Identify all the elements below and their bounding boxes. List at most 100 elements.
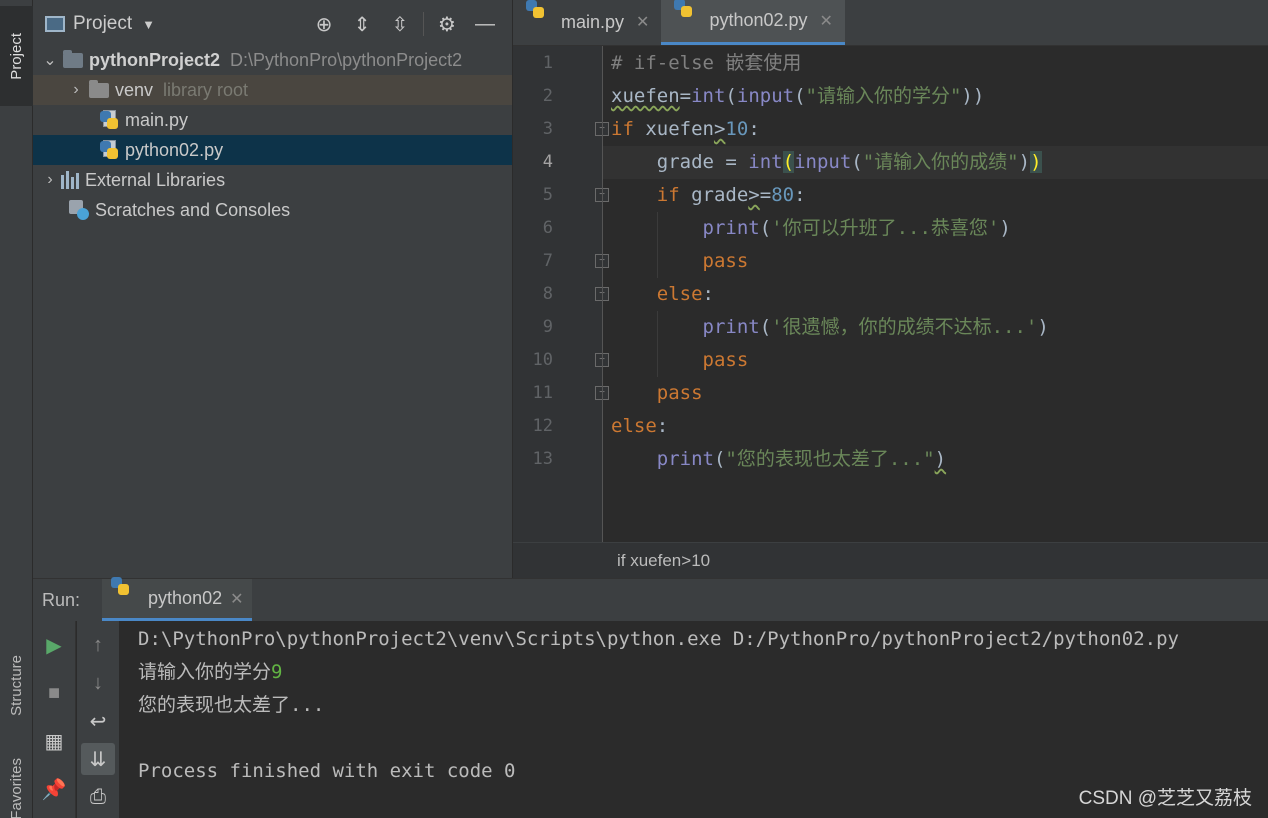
layout-icon[interactable]: ▦ <box>33 725 75 757</box>
tree-item-external-libraries[interactable]: › External Libraries <box>33 165 512 195</box>
editor-tab-bar: main.py ✕ python02.py ✕ <box>513 0 1268 46</box>
tree-item-project-root[interactable]: ⌄ pythonProject2 D:\PythonPro\pythonProj… <box>33 45 512 75</box>
tab-label: main.py <box>561 11 625 32</box>
run-toolbar-primary: ▶ ■ ▦ 📌 <box>33 621 76 818</box>
project-tool-label: Project <box>8 32 25 80</box>
scroll-to-end-icon[interactable]: ⇊ <box>81 743 115 775</box>
python-file-icon <box>99 110 119 130</box>
tree-item-python02-py[interactable]: python02.py <box>33 135 512 165</box>
close-icon[interactable]: ✕ <box>230 589 243 609</box>
arrow-up-icon[interactable]: ↑ <box>77 629 119 661</box>
folder-icon <box>63 49 83 68</box>
chevron-right-icon[interactable]: › <box>43 171 57 189</box>
left-tool-strip: Project Structure Favorites <box>0 0 33 818</box>
tab-main-py[interactable]: main.py ✕ <box>513 0 661 45</box>
run-toolbar-secondary: ↑ ↓ ↩ ⇊ ⎙ <box>77 621 119 818</box>
breadcrumb[interactable]: if xuefen>10 <box>513 542 1268 578</box>
code-line: print('很遗憾，你的成绩不达标...') <box>702 316 1049 338</box>
tree-item-label: pythonProject2 <box>89 49 221 70</box>
chevron-down-icon[interactable]: ⌄ <box>43 50 57 70</box>
code-line: if grade>=80: <box>656 184 806 206</box>
chevron-down-icon[interactable]: ▼ <box>142 17 155 32</box>
tree-item-path: D:\PythonPro\pythonProject2 <box>230 49 463 70</box>
code-line: if xuefen>10: <box>611 118 760 140</box>
code-line: print('你可以升班了...恭喜您') <box>702 217 1011 239</box>
code-line: pass <box>702 250 749 272</box>
structure-tool-tab[interactable]: Structure <box>0 630 33 740</box>
line-number: 4 <box>542 152 553 172</box>
console-prompt-line: 请输入你的学分9 <box>138 656 282 689</box>
scratches-icon <box>69 200 89 220</box>
project-panel-header: Project ▼ ⊕ ⇕ ⇳ ⚙ — <box>33 0 512 48</box>
arrow-down-icon[interactable]: ↓ <box>77 667 119 699</box>
code-line: pass <box>702 349 749 371</box>
line-number: 7 <box>542 251 553 271</box>
folder-icon <box>89 79 109 98</box>
console-command-line: D:\PythonPro\pythonProject2\venv\Scripts… <box>138 628 1179 650</box>
line-gutter: 1 2 3 4 5 6 7 8 9 10 11 12 13 − − − − − … <box>513 46 609 542</box>
gear-icon[interactable]: ⚙ <box>428 10 466 38</box>
line-number: 9 <box>542 317 553 337</box>
favorites-tool-label: Favorites <box>8 758 25 818</box>
project-tool-tab[interactable]: Project <box>0 6 33 106</box>
structure-tool-label: Structure <box>8 654 25 716</box>
line-number: 13 <box>532 449 553 469</box>
code-editor[interactable]: # if-else 嵌套使用 xuefen=int(input("请输入你的学分… <box>603 46 1268 542</box>
soft-wrap-icon[interactable]: ↩ <box>77 705 119 737</box>
stop-icon[interactable]: ■ <box>33 677 75 709</box>
editor: main.py ✕ python02.py ✕ 1 2 3 4 5 6 7 8 … <box>513 0 1268 578</box>
tree-item-label: main.py <box>125 109 189 130</box>
line-number: 2 <box>542 86 553 106</box>
close-icon[interactable]: ✕ <box>820 11 833 31</box>
tree-item-label: Scratches and Consoles <box>95 199 291 220</box>
line-number: 12 <box>532 416 553 436</box>
project-panel: Project ▼ ⊕ ⇕ ⇳ ⚙ — ⌄ pythonProject2 D:\… <box>33 0 512 578</box>
project-panel-title[interactable]: Project <box>73 13 132 35</box>
line-number: 1 <box>542 53 553 73</box>
tree-item-label: python02.py <box>125 139 224 160</box>
watermark: CSDN @芝芝又荔枝 <box>1078 788 1252 809</box>
line-number: 6 <box>542 218 553 238</box>
pin-icon[interactable]: 📌 <box>33 773 75 805</box>
tree-item-main-py[interactable]: main.py <box>33 105 512 135</box>
code-line: pass <box>656 382 703 404</box>
code-line: else: <box>656 283 714 305</box>
tree-item-hint: library root <box>163 79 249 100</box>
code-line: xuefen=int(input("请输入你的学分")) <box>611 85 985 107</box>
run-tab-python02[interactable]: python02 ✕ <box>102 576 252 621</box>
run-tab-label: python02 <box>148 588 223 608</box>
chevron-right-icon[interactable]: › <box>69 81 83 99</box>
run-panel: Run: python02 ✕ ▶ ■ ▦ 📌 ↑ ↓ ↩ ⇊ ⎙ D:\Pyt… <box>33 576 1268 818</box>
console-output-line: 您的表现也太差了... <box>138 694 325 716</box>
locate-icon[interactable]: ⊕ <box>305 10 343 38</box>
code-line: # if-else 嵌套使用 <box>611 52 802 74</box>
tree-item-label: venv <box>115 79 154 100</box>
tree-item-venv[interactable]: › venv library root <box>33 75 512 105</box>
rerun-icon[interactable]: ▶ <box>33 629 75 661</box>
library-icon <box>61 171 79 189</box>
favorites-tool-tab[interactable]: Favorites <box>0 758 33 818</box>
python-file-icon <box>99 140 119 160</box>
console-exit-line: Process finished with exit code 0 <box>138 760 516 782</box>
run-header: Run: python02 ✕ <box>33 576 1268 621</box>
console-user-input: 9 <box>271 661 283 683</box>
line-number: 10 <box>532 350 553 370</box>
print-icon[interactable]: ⎙ <box>77 781 119 813</box>
minimize-icon[interactable]: — <box>466 10 504 38</box>
tree-item-label: External Libraries <box>85 169 226 190</box>
collapse-all-icon[interactable]: ⇳ <box>381 10 419 38</box>
expand-all-icon[interactable]: ⇕ <box>343 10 381 38</box>
code-line: print("您的表现也太差了...") <box>656 448 947 470</box>
divider <box>423 12 424 36</box>
console-prompt: 请输入你的学分 <box>138 661 272 683</box>
tab-python02-py[interactable]: python02.py ✕ <box>661 0 845 45</box>
line-number: 3 <box>542 119 553 139</box>
code-line: grade = int(input("请输入你的成绩")) <box>603 146 1268 179</box>
line-number: 11 <box>532 383 553 403</box>
tree-item-scratches[interactable]: Scratches and Consoles <box>33 195 512 225</box>
run-label: Run: <box>42 589 81 610</box>
python-file-icon <box>525 0 549 45</box>
close-icon[interactable]: ✕ <box>636 12 649 32</box>
python-file-icon <box>673 0 697 44</box>
line-number: 5 <box>542 185 553 205</box>
